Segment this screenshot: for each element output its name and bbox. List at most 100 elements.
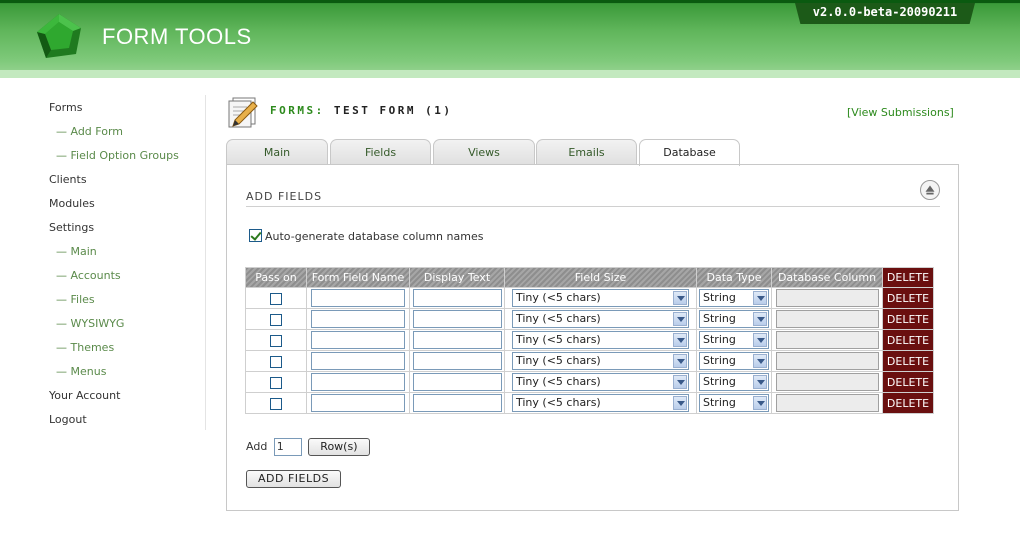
chevron-down-icon[interactable]	[673, 396, 687, 410]
pass-on-checkbox[interactable]	[270, 292, 282, 305]
add-quantity-input[interactable]: 1	[273, 438, 302, 456]
sidebar-item-5[interactable]: Settings	[49, 220, 209, 244]
view-submissions-link[interactable]: [View Submissions]	[847, 106, 954, 119]
sidebar-item-11[interactable]: — Menus	[49, 364, 209, 388]
table-row: Tiny (<5 chars) String DELETE	[246, 330, 933, 350]
field-size-select[interactable]: Tiny (<5 chars)	[512, 310, 689, 328]
field-name-input[interactable]	[311, 394, 405, 412]
add-fields-button[interactable]: ADD FIELDS	[246, 470, 342, 488]
sidebar-item-8[interactable]: — Files	[49, 292, 209, 316]
field-size-select[interactable]: Tiny (<5 chars)	[512, 289, 689, 307]
sidebar-item-12[interactable]: Your Account	[49, 388, 209, 412]
field-name-input[interactable]	[311, 289, 405, 307]
app-title[interactable]: FORM TOOLS	[102, 24, 252, 50]
sidebar-item-1[interactable]: — Add Form	[49, 124, 209, 148]
delete-row-button[interactable]: DELETE	[883, 372, 933, 392]
pass-on-checkbox[interactable]	[270, 313, 282, 326]
logo-gem-icon[interactable]	[33, 12, 85, 64]
chevron-down-icon[interactable]	[753, 291, 767, 305]
delete-row-button[interactable]: DELETE	[883, 393, 933, 413]
data-type-select[interactable]: String	[699, 394, 769, 412]
display-text-input[interactable]	[412, 352, 502, 370]
db-column-input	[775, 352, 879, 370]
chevron-down-icon[interactable]	[673, 333, 687, 347]
chevron-down-icon[interactable]	[673, 354, 687, 368]
pass-on-checkbox[interactable]	[270, 334, 282, 347]
sidebar-item-3[interactable]: Clients	[49, 172, 209, 196]
field-size-select[interactable]: Tiny (<5 chars)	[512, 394, 689, 412]
sidebar-item-13[interactable]: Logout	[49, 412, 209, 436]
tab-views[interactable]: Views	[433, 139, 535, 164]
pass-on-cell	[246, 393, 306, 413]
display-text-input[interactable]	[412, 373, 502, 391]
chevron-down-icon[interactable]	[753, 354, 767, 368]
collapse-up-icon[interactable]	[920, 180, 940, 200]
add-fields-table: Pass on Form Field Name Display Text Fie…	[245, 267, 934, 414]
field-size-select[interactable]: Tiny (<5 chars)	[512, 331, 689, 349]
data-type-select[interactable]: String	[699, 310, 769, 328]
chevron-down-icon[interactable]	[673, 375, 687, 389]
delete-row-button[interactable]: DELETE	[883, 330, 933, 350]
tab-emails[interactable]: Emails	[536, 139, 637, 164]
tab-fields[interactable]: Fields	[330, 139, 431, 164]
db-column-cell	[772, 372, 882, 392]
chevron-down-icon[interactable]	[753, 375, 767, 389]
data-type-value: String	[703, 375, 736, 388]
chevron-down-icon[interactable]	[753, 312, 767, 326]
col-header-field-size: Field Size	[505, 268, 696, 287]
data-type-select[interactable]: String	[699, 289, 769, 307]
sidebar-item-0[interactable]: Forms	[49, 100, 209, 124]
delete-row-button[interactable]: DELETE	[883, 351, 933, 371]
add-rows-button[interactable]: Row(s)	[308, 438, 370, 456]
pass-on-checkbox[interactable]	[270, 376, 282, 389]
chevron-down-icon[interactable]	[673, 312, 687, 326]
data-type-select[interactable]: String	[699, 352, 769, 370]
data-type-cell: String	[697, 351, 771, 371]
field-name-cell	[307, 351, 409, 371]
chevron-down-icon[interactable]	[673, 291, 687, 305]
header-top-line	[0, 0, 1020, 3]
sidebar-item-10[interactable]: — Themes	[49, 340, 209, 364]
field-name-input[interactable]	[311, 310, 405, 328]
delete-row-button[interactable]: DELETE	[883, 309, 933, 329]
field-size-cell: Tiny (<5 chars)	[505, 393, 696, 413]
tab-database[interactable]: Database	[639, 139, 740, 166]
pass-on-checkbox[interactable]	[270, 355, 282, 368]
sidebar-item-2[interactable]: — Field Option Groups	[49, 148, 209, 172]
display-text-input[interactable]	[412, 310, 502, 328]
page-title-prefix: FORMS:	[270, 104, 325, 117]
col-header-display-text: Display Text	[410, 268, 504, 287]
section-divider	[246, 206, 940, 207]
field-name-cell	[307, 309, 409, 329]
field-name-input[interactable]	[311, 331, 405, 349]
data-type-select[interactable]: String	[699, 331, 769, 349]
db-column-cell	[772, 309, 882, 329]
data-type-select[interactable]: String	[699, 373, 769, 391]
sidebar-item-4[interactable]: Modules	[49, 196, 209, 220]
chevron-down-icon[interactable]	[753, 396, 767, 410]
sidebar-item-7[interactable]: — Accounts	[49, 268, 209, 292]
field-name-cell	[307, 288, 409, 308]
display-text-cell	[410, 393, 504, 413]
autogen-checkbox[interactable]	[249, 229, 262, 242]
display-text-input[interactable]	[412, 331, 502, 349]
field-size-select[interactable]: Tiny (<5 chars)	[512, 352, 689, 370]
page-title-form: TEST FORM (1)	[333, 104, 453, 117]
tab-main[interactable]: Main	[226, 139, 328, 164]
display-text-input[interactable]	[412, 394, 502, 412]
display-text-cell	[410, 330, 504, 350]
field-size-cell: Tiny (<5 chars)	[505, 372, 696, 392]
display-text-input[interactable]	[412, 289, 502, 307]
sidebar-item-6[interactable]: — Main	[49, 244, 209, 268]
sidebar-item-9[interactable]: — WYSIWYG	[49, 316, 209, 340]
delete-row-button[interactable]: DELETE	[883, 288, 933, 308]
sidebar-nav: Forms — Add Form — Field Option Groups Clie…	[49, 100, 209, 436]
table-row: Tiny (<5 chars) String DELETE	[246, 351, 933, 371]
field-name-input[interactable]	[311, 373, 405, 391]
field-size-select[interactable]: Tiny (<5 chars)	[512, 373, 689, 391]
pass-on-checkbox[interactable]	[270, 397, 282, 410]
pass-on-cell	[246, 309, 306, 329]
field-size-cell: Tiny (<5 chars)	[505, 288, 696, 308]
field-name-input[interactable]	[311, 352, 405, 370]
chevron-down-icon[interactable]	[753, 333, 767, 347]
